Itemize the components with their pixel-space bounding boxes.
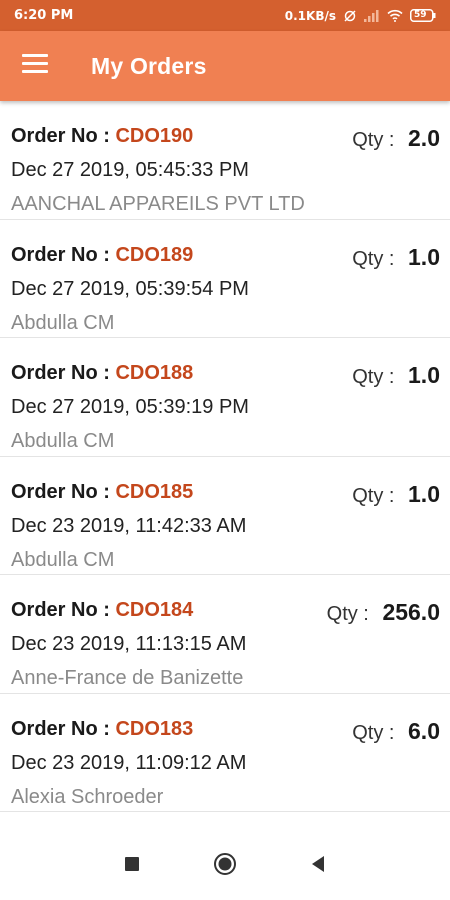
back-triangle-icon[interactable] [306, 852, 330, 876]
data-sync-off-icon [343, 9, 357, 23]
order-number-line: Order No : CDO185 [11, 481, 193, 504]
quantity-line: Qty : 256.0 [327, 599, 440, 626]
quantity-value: 1.0 [408, 480, 440, 507]
quantity-label: Qty : [352, 247, 401, 270]
customer-name: Alexia Schroeder [11, 785, 164, 808]
order-date: Dec 27 2019, 05:39:54 PM [11, 277, 249, 300]
status-icons: 0.1KB/s 59 [285, 9, 436, 23]
order-number-line: Order No : CDO188 [11, 362, 193, 385]
quantity-line: Qty : 2.0 [352, 125, 440, 152]
order-number-label: Order No : [11, 243, 116, 266]
order-number: CDO184 [115, 599, 194, 621]
order-date: Dec 27 2019, 05:39:19 PM [11, 396, 249, 418]
status-time: 6:20 PM [14, 8, 74, 23]
quantity-line: Qty : 6.0 [352, 718, 440, 745]
quantity-label: Qty : [352, 721, 401, 744]
system-navigation-bar [0, 828, 450, 900]
quantity-value: 256.0 [382, 599, 440, 625]
quantity-label: Qty : [352, 366, 401, 388]
order-number: CDO190 [115, 125, 194, 147]
order-date: Dec 27 2019, 05:45:33 PM [11, 159, 249, 181]
order-date: Dec 23 2019, 11:09:12 AM [11, 751, 247, 774]
order-date: Dec 23 2019, 11:42:33 AM [11, 514, 247, 537]
quantity-label: Qty : [352, 484, 401, 507]
battery-icon: 59 [410, 9, 436, 22]
recent-apps-square-icon[interactable] [120, 852, 144, 876]
customer-name: Abdulla CM [11, 311, 115, 334]
customer-name: Abdulla CM [11, 430, 115, 452]
signal-icon [364, 9, 380, 22]
order-list: Order No : CDO190 Qty : 2.0 Dec 27 2019,… [0, 101, 450, 812]
quantity-line: Qty : 1.0 [352, 244, 440, 271]
status-bar: 6:20 PM 0.1KB/s 59 [0, 0, 450, 31]
quantity-value: 1.0 [408, 362, 440, 388]
hamburger-menu-icon[interactable] [22, 54, 48, 76]
order-number: CDO183 [115, 717, 194, 740]
order-number-label: Order No : [11, 480, 116, 503]
customer-name: Anne-France de Banizette [11, 667, 244, 689]
quantity-label: Qty : [326, 603, 375, 625]
order-list-item[interactable]: Order No : CDO189 Qty : 1.0 Dec 27 2019,… [0, 220, 450, 338]
app-bar: My Orders [0, 31, 450, 101]
order-number-line: Order No : CDO184 [11, 599, 193, 622]
quantity-line: Qty : 1.0 [352, 481, 440, 508]
quantity-label: Qty : [352, 129, 401, 151]
order-date: Dec 23 2019, 11:13:15 AM [11, 633, 247, 655]
quantity-value: 6.0 [408, 717, 440, 744]
order-number: CDO188 [115, 362, 194, 384]
order-list-item[interactable]: Order No : CDO188 Qty : 1.0 Dec 27 2019,… [0, 338, 450, 457]
battery-level: 59 [414, 10, 427, 20]
order-list-item[interactable]: Order No : CDO184 Qty : 256.0 Dec 23 201… [0, 575, 450, 694]
quantity-line: Qty : 1.0 [352, 362, 440, 389]
quantity-value: 1.0 [408, 243, 440, 270]
order-number-label: Order No : [11, 599, 116, 621]
order-number-label: Order No : [11, 125, 116, 147]
order-number-label: Order No : [11, 362, 116, 384]
order-number: CDO185 [115, 480, 194, 503]
order-number-label: Order No : [11, 717, 116, 740]
home-circle-icon[interactable] [213, 852, 237, 876]
order-list-item[interactable]: Order No : CDO183 Qty : 6.0 Dec 23 2019,… [0, 694, 450, 812]
customer-name: Abdulla CM [11, 548, 115, 571]
quantity-value: 2.0 [408, 125, 440, 151]
page-title: My Orders [91, 53, 207, 79]
network-speed: 0.1KB/s [284, 8, 336, 23]
order-number: CDO189 [115, 243, 194, 266]
customer-name: AANCHAL APPAREILS PVT LTD [11, 193, 305, 215]
order-number-line: Order No : CDO189 [11, 244, 193, 267]
order-list-item[interactable]: Order No : CDO185 Qty : 1.0 Dec 23 2019,… [0, 457, 450, 575]
order-list-item[interactable]: Order No : CDO190 Qty : 2.0 Dec 27 2019,… [0, 101, 450, 220]
order-number-line: Order No : CDO183 [11, 718, 193, 741]
wifi-icon [387, 9, 403, 22]
order-number-line: Order No : CDO190 [11, 125, 193, 148]
